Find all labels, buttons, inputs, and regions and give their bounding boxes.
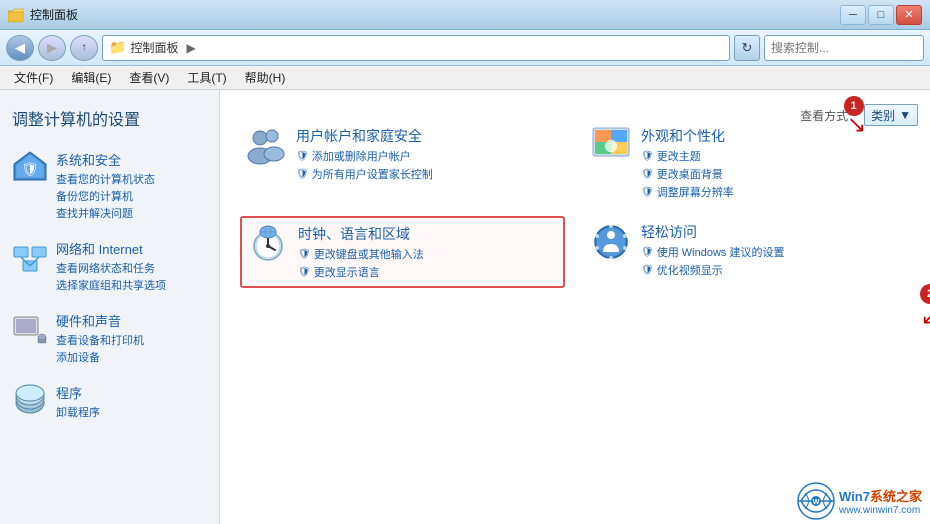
minimize-button[interactable]: ─ xyxy=(840,5,866,25)
watermark-url: www.winwin7.com xyxy=(839,505,922,516)
system-title[interactable]: 系统和安全 xyxy=(56,153,121,168)
title-bar-left: 控制面板 xyxy=(8,6,78,23)
close-button[interactable]: ✕ xyxy=(896,5,922,25)
up-button[interactable]: ↑ xyxy=(70,35,98,61)
right-categories: 用户帐户和家庭安全 🛡 添加或删除用户帐户 🛡 为所有用户设置家长控制 xyxy=(240,120,910,288)
hardware-title[interactable]: 硬件和声音 xyxy=(56,314,121,329)
menu-file[interactable]: 文件(F) xyxy=(6,67,61,88)
path-text: 控制面板 xyxy=(130,39,178,56)
appearance-link-2[interactable]: 🛡 更改桌面背景 xyxy=(641,166,904,182)
clock-info: 时钟、语言和区域 🛡 更改键盘或其他输入法 🛡 更改显示语言 xyxy=(298,224,557,280)
right-cat-access: 轻松访问 🛡 使用 Windows 建议的设置 🛡 优化视频显示 xyxy=(585,216,910,288)
hardware-icon xyxy=(12,311,48,347)
title-controls: ─ □ ✕ xyxy=(840,5,922,25)
category-network: 网络和 Internet 查看网络状态和任务 选择家庭组和共享选项 xyxy=(12,239,207,293)
users-title[interactable]: 用户帐户和家庭安全 xyxy=(296,126,559,146)
watermark: W Win7系统之家 www.winwin7.com xyxy=(797,482,922,520)
programs-title[interactable]: 程序 xyxy=(56,386,82,401)
path-arrow: ▶ xyxy=(186,41,195,55)
title-bar: 控制面板 ─ □ ✕ xyxy=(0,0,930,30)
address-right: ↻ 🔍 xyxy=(734,35,924,61)
watermark-text-1: Win7系统之家 xyxy=(839,486,922,505)
appearance-icon xyxy=(591,126,631,166)
network-title[interactable]: 网络和 Internet xyxy=(56,242,143,257)
search-input[interactable] xyxy=(765,41,924,55)
view-dropdown[interactable]: 类别 ▼ xyxy=(864,104,918,126)
right-cat-clock: 2 ↙ 时 xyxy=(240,216,565,288)
restore-button[interactable]: □ xyxy=(868,5,894,25)
back-button[interactable]: ◀ xyxy=(6,35,34,61)
address-path[interactable]: 📁 控制面板 ▶ xyxy=(102,35,730,61)
category-programs: 程序 卸载程序 xyxy=(12,383,207,420)
category-system: 🛡 系统和安全 查看您的计算机状态 备份您的计算机 查找并解决问题 xyxy=(12,150,207,221)
menu-edit[interactable]: 编辑(E) xyxy=(63,67,119,88)
network-icon xyxy=(12,239,48,275)
access-link-2[interactable]: 🛡 优化视频显示 xyxy=(641,262,904,278)
system-link-2[interactable]: 备份您的计算机 xyxy=(56,188,207,204)
clock-link-1[interactable]: 🛡 更改键盘或其他输入法 xyxy=(298,246,557,262)
access-icon xyxy=(591,222,631,262)
access-info: 轻松访问 🛡 使用 Windows 建议的设置 🛡 优化视频显示 xyxy=(641,222,904,278)
system-info: 系统和安全 查看您的计算机状态 备份您的计算机 查找并解决问题 xyxy=(56,150,207,221)
menu-help[interactable]: 帮助(H) xyxy=(237,67,294,88)
menu-tools[interactable]: 工具(T) xyxy=(179,67,234,88)
network-info: 网络和 Internet 查看网络状态和任务 选择家庭组和共享选项 xyxy=(56,239,207,293)
network-link-2[interactable]: 选择家庭组和共享选项 xyxy=(56,277,207,293)
programs-icon xyxy=(12,383,48,419)
win7-logo: W xyxy=(797,482,835,520)
svg-text:🛡: 🛡 xyxy=(21,161,39,177)
system-link-3[interactable]: 查找并解决问题 xyxy=(56,205,207,221)
category-hardware: 硬件和声音 查看设备和打印机 添加设备 xyxy=(12,311,207,365)
path-folder-icon: 📁 xyxy=(109,39,126,56)
refresh-button[interactable]: ↻ xyxy=(734,35,760,61)
programs-info: 程序 卸载程序 xyxy=(56,383,207,420)
access-link-1[interactable]: 🛡 使用 Windows 建议的设置 xyxy=(641,244,904,260)
menu-bar: 文件(F) 编辑(E) 查看(V) 工具(T) 帮助(H) xyxy=(0,66,930,90)
users-link-1[interactable]: 🛡 添加或删除用户帐户 xyxy=(296,148,559,164)
users-info: 用户帐户和家庭安全 🛡 添加或删除用户帐户 🛡 为所有用户设置家长控制 xyxy=(296,126,559,182)
svg-text:W: W xyxy=(813,499,820,506)
main-content: 调整计算机的设置 🛡 系统和安全 查看您的计算机状态 备份您的计算机 查找并解决… xyxy=(0,90,930,524)
system-link-1[interactable]: 查看您的计算机状态 xyxy=(56,171,207,187)
annotation-1: 1 ↘ xyxy=(844,96,866,138)
system-icon: 🛡 xyxy=(12,150,48,186)
appearance-link-3[interactable]: 🛡 调整屏幕分辨率 xyxy=(641,184,904,200)
appearance-link-1[interactable]: 🛡 更改主题 xyxy=(641,148,904,164)
search-box[interactable]: 🔍 xyxy=(764,35,924,61)
folder-icon xyxy=(8,7,24,23)
address-bar: ◀ ▶ ↑ 📁 控制面板 ▶ ↻ 🔍 xyxy=(0,30,930,66)
clock-icon xyxy=(248,224,288,264)
users-link-2[interactable]: 🛡 为所有用户设置家长控制 xyxy=(296,166,559,182)
users-icon xyxy=(246,126,286,166)
clock-link-2[interactable]: 🛡 更改显示语言 xyxy=(298,264,557,280)
right-cat-users: 用户帐户和家庭安全 🛡 添加或删除用户帐户 🛡 为所有用户设置家长控制 xyxy=(240,120,565,206)
annotation-2: 2 ↙ xyxy=(920,284,930,330)
watermark-text-block: Win7系统之家 www.winwin7.com xyxy=(839,486,922,516)
view-toggle: 1 ↘ 查看方式： 类别 ▼ xyxy=(800,104,918,126)
network-link-1[interactable]: 查看网络状态和任务 xyxy=(56,260,207,276)
menu-view[interactable]: 查看(V) xyxy=(121,67,177,88)
programs-link-1[interactable]: 卸载程序 xyxy=(56,404,207,420)
hardware-link-2[interactable]: 添加设备 xyxy=(56,349,207,365)
hardware-link-1[interactable]: 查看设备和打印机 xyxy=(56,332,207,348)
page-title: 调整计算机的设置 xyxy=(12,106,207,130)
title-text: 控制面板 xyxy=(30,6,78,23)
access-title[interactable]: 轻松访问 xyxy=(641,222,904,242)
hardware-info: 硬件和声音 查看设备和打印机 添加设备 xyxy=(56,311,207,365)
left-panel: 调整计算机的设置 🛡 系统和安全 查看您的计算机状态 备份您的计算机 查找并解决… xyxy=(0,90,220,524)
forward-button[interactable]: ▶ xyxy=(38,35,66,61)
right-panel: 1 ↘ 查看方式： 类别 ▼ xyxy=(220,90,930,524)
clock-title[interactable]: 时钟、语言和区域 xyxy=(298,224,557,244)
